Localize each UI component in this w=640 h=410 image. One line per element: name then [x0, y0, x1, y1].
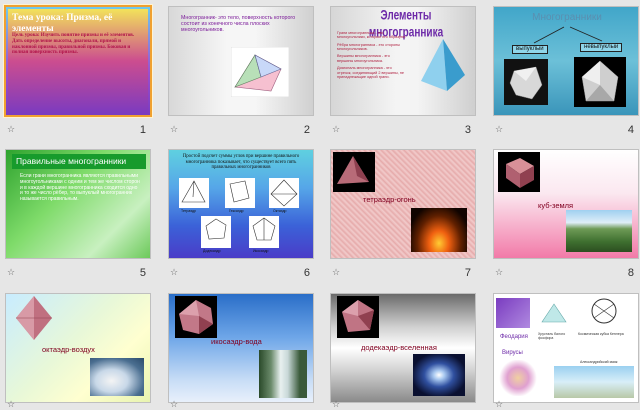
image-caption: Вирусы — [502, 350, 523, 356]
slide-caption: октаэдр-воздух — [42, 345, 95, 354]
landscape-image — [566, 210, 632, 252]
nonconvex-label: невыпуклый — [580, 43, 623, 52]
virus-image — [498, 360, 538, 396]
tetrahedron-image — [333, 152, 375, 192]
transition-icon[interactable]: ☆ — [7, 400, 15, 410]
transition-icon[interactable]: ☆ — [170, 400, 178, 410]
image-caption: Александрийский маяк — [580, 360, 618, 364]
polyhedron-label: Додекаэдр — [203, 249, 221, 253]
tetrahedron-figure — [421, 39, 465, 91]
slide-number: 4 — [627, 124, 634, 136]
slide-8[interactable]: куб-земля — [494, 150, 638, 258]
image-caption: Феодария — [500, 334, 528, 340]
image-caption: Космическая кубка Кеплера — [578, 332, 624, 336]
crystal-image — [538, 302, 570, 328]
slide-9[interactable]: октаэдр-воздух — [6, 294, 150, 402]
transition-icon[interactable]: ☆ — [7, 125, 15, 135]
transition-icon[interactable]: ☆ — [495, 125, 503, 135]
slide-title: Правильные многогранники — [16, 156, 127, 166]
slide-2[interactable]: Многогранник- это тело, поверхность кото… — [169, 7, 313, 115]
slide-body: Цель урока: Изучить понятие призмы и её … — [12, 33, 135, 56]
transition-icon[interactable]: ☆ — [495, 268, 503, 278]
icosahedron-image — [175, 296, 217, 338]
slide-12[interactable]: Феодария Хрусталь бaлого фосфора Космиче… — [494, 294, 638, 402]
transition-icon[interactable]: ☆ — [495, 400, 503, 410]
slide-number: 7 — [464, 267, 471, 279]
nonconvex-image — [574, 57, 626, 107]
waterfall-image — [259, 350, 307, 398]
polyhedron-label: Гексаэдр — [229, 209, 244, 213]
slide-number: 5 — [139, 267, 146, 279]
slide-6[interactable]: Простой подсчет суммы углов при вершине … — [169, 150, 313, 258]
slide-caption: тетраэдр-огонь — [363, 195, 416, 204]
slide-body: Если грани многогранника являются правил… — [20, 173, 140, 202]
polyhedron-label: Октаэдр — [273, 209, 287, 213]
feodaria-image — [496, 298, 530, 328]
transition-icon[interactable]: ☆ — [170, 125, 178, 135]
bullet-item: Рёбра многогранника - это стороны многоу… — [337, 42, 400, 52]
transition-icon[interactable]: ☆ — [170, 268, 178, 278]
cube-image — [498, 152, 540, 192]
fire-image — [411, 208, 467, 252]
slide-caption: икосаэдр-вода — [211, 337, 262, 346]
slide-11[interactable]: додекаэдр-вселенная — [331, 294, 475, 402]
galaxy-image — [413, 354, 465, 396]
transition-icon[interactable]: ☆ — [332, 268, 340, 278]
slide-number: 2 — [303, 124, 310, 136]
sky-image — [90, 358, 144, 396]
slide-number: 6 — [303, 267, 310, 279]
slide-3[interactable]: Элементы многогранника Грани многогранни… — [331, 7, 475, 115]
transition-icon[interactable]: ☆ — [7, 268, 15, 278]
slide-10[interactable]: икосаэдр-вода — [169, 294, 313, 402]
bullet-item: Грани многогранника - это многоугольники… — [337, 31, 407, 40]
bullet-item: Вершины многогранника - это вершины мног… — [337, 54, 390, 63]
slide-1[interactable]: Тема урока: Призма, её элементы Цель уро… — [6, 7, 150, 115]
wireframe-icons — [181, 179, 298, 241]
transition-icon[interactable]: ☆ — [332, 400, 340, 410]
slide-caption: додекаэдр-вселенная — [361, 343, 437, 352]
slide-number: 3 — [464, 124, 471, 136]
polyhedron-label: Икосаэдр — [253, 249, 269, 253]
slide-7[interactable]: тетраэдр-огонь — [331, 150, 475, 258]
slide-number: 1 — [139, 124, 146, 136]
kepler-cup-image — [582, 296, 626, 326]
transition-icon[interactable]: ☆ — [332, 125, 340, 135]
slide-title: Тема урока: Призма, её элементы — [12, 13, 113, 34]
slide-5[interactable]: Правильные многогранники Если грани мног… — [6, 150, 150, 258]
image-caption: Хрусталь бaлого фосфора — [538, 332, 566, 341]
polyhedron-label: Тетраэдр — [181, 209, 196, 213]
slide-number: 8 — [627, 267, 634, 279]
polyhedron-figure — [231, 47, 289, 97]
convex-label: выпуклый — [512, 45, 548, 54]
slide-4[interactable]: Многогранники выпуклый невыпуклый — [494, 7, 638, 115]
lighthouse-image — [554, 366, 634, 398]
dodecahedron-image — [337, 296, 379, 338]
octahedron-image — [14, 296, 54, 340]
bullet-item: Диагональ многогранника - это отрезок, с… — [337, 66, 405, 79]
slide-text: Многогранник- это тело, поверхность кото… — [181, 15, 296, 34]
convex-image — [504, 59, 548, 105]
